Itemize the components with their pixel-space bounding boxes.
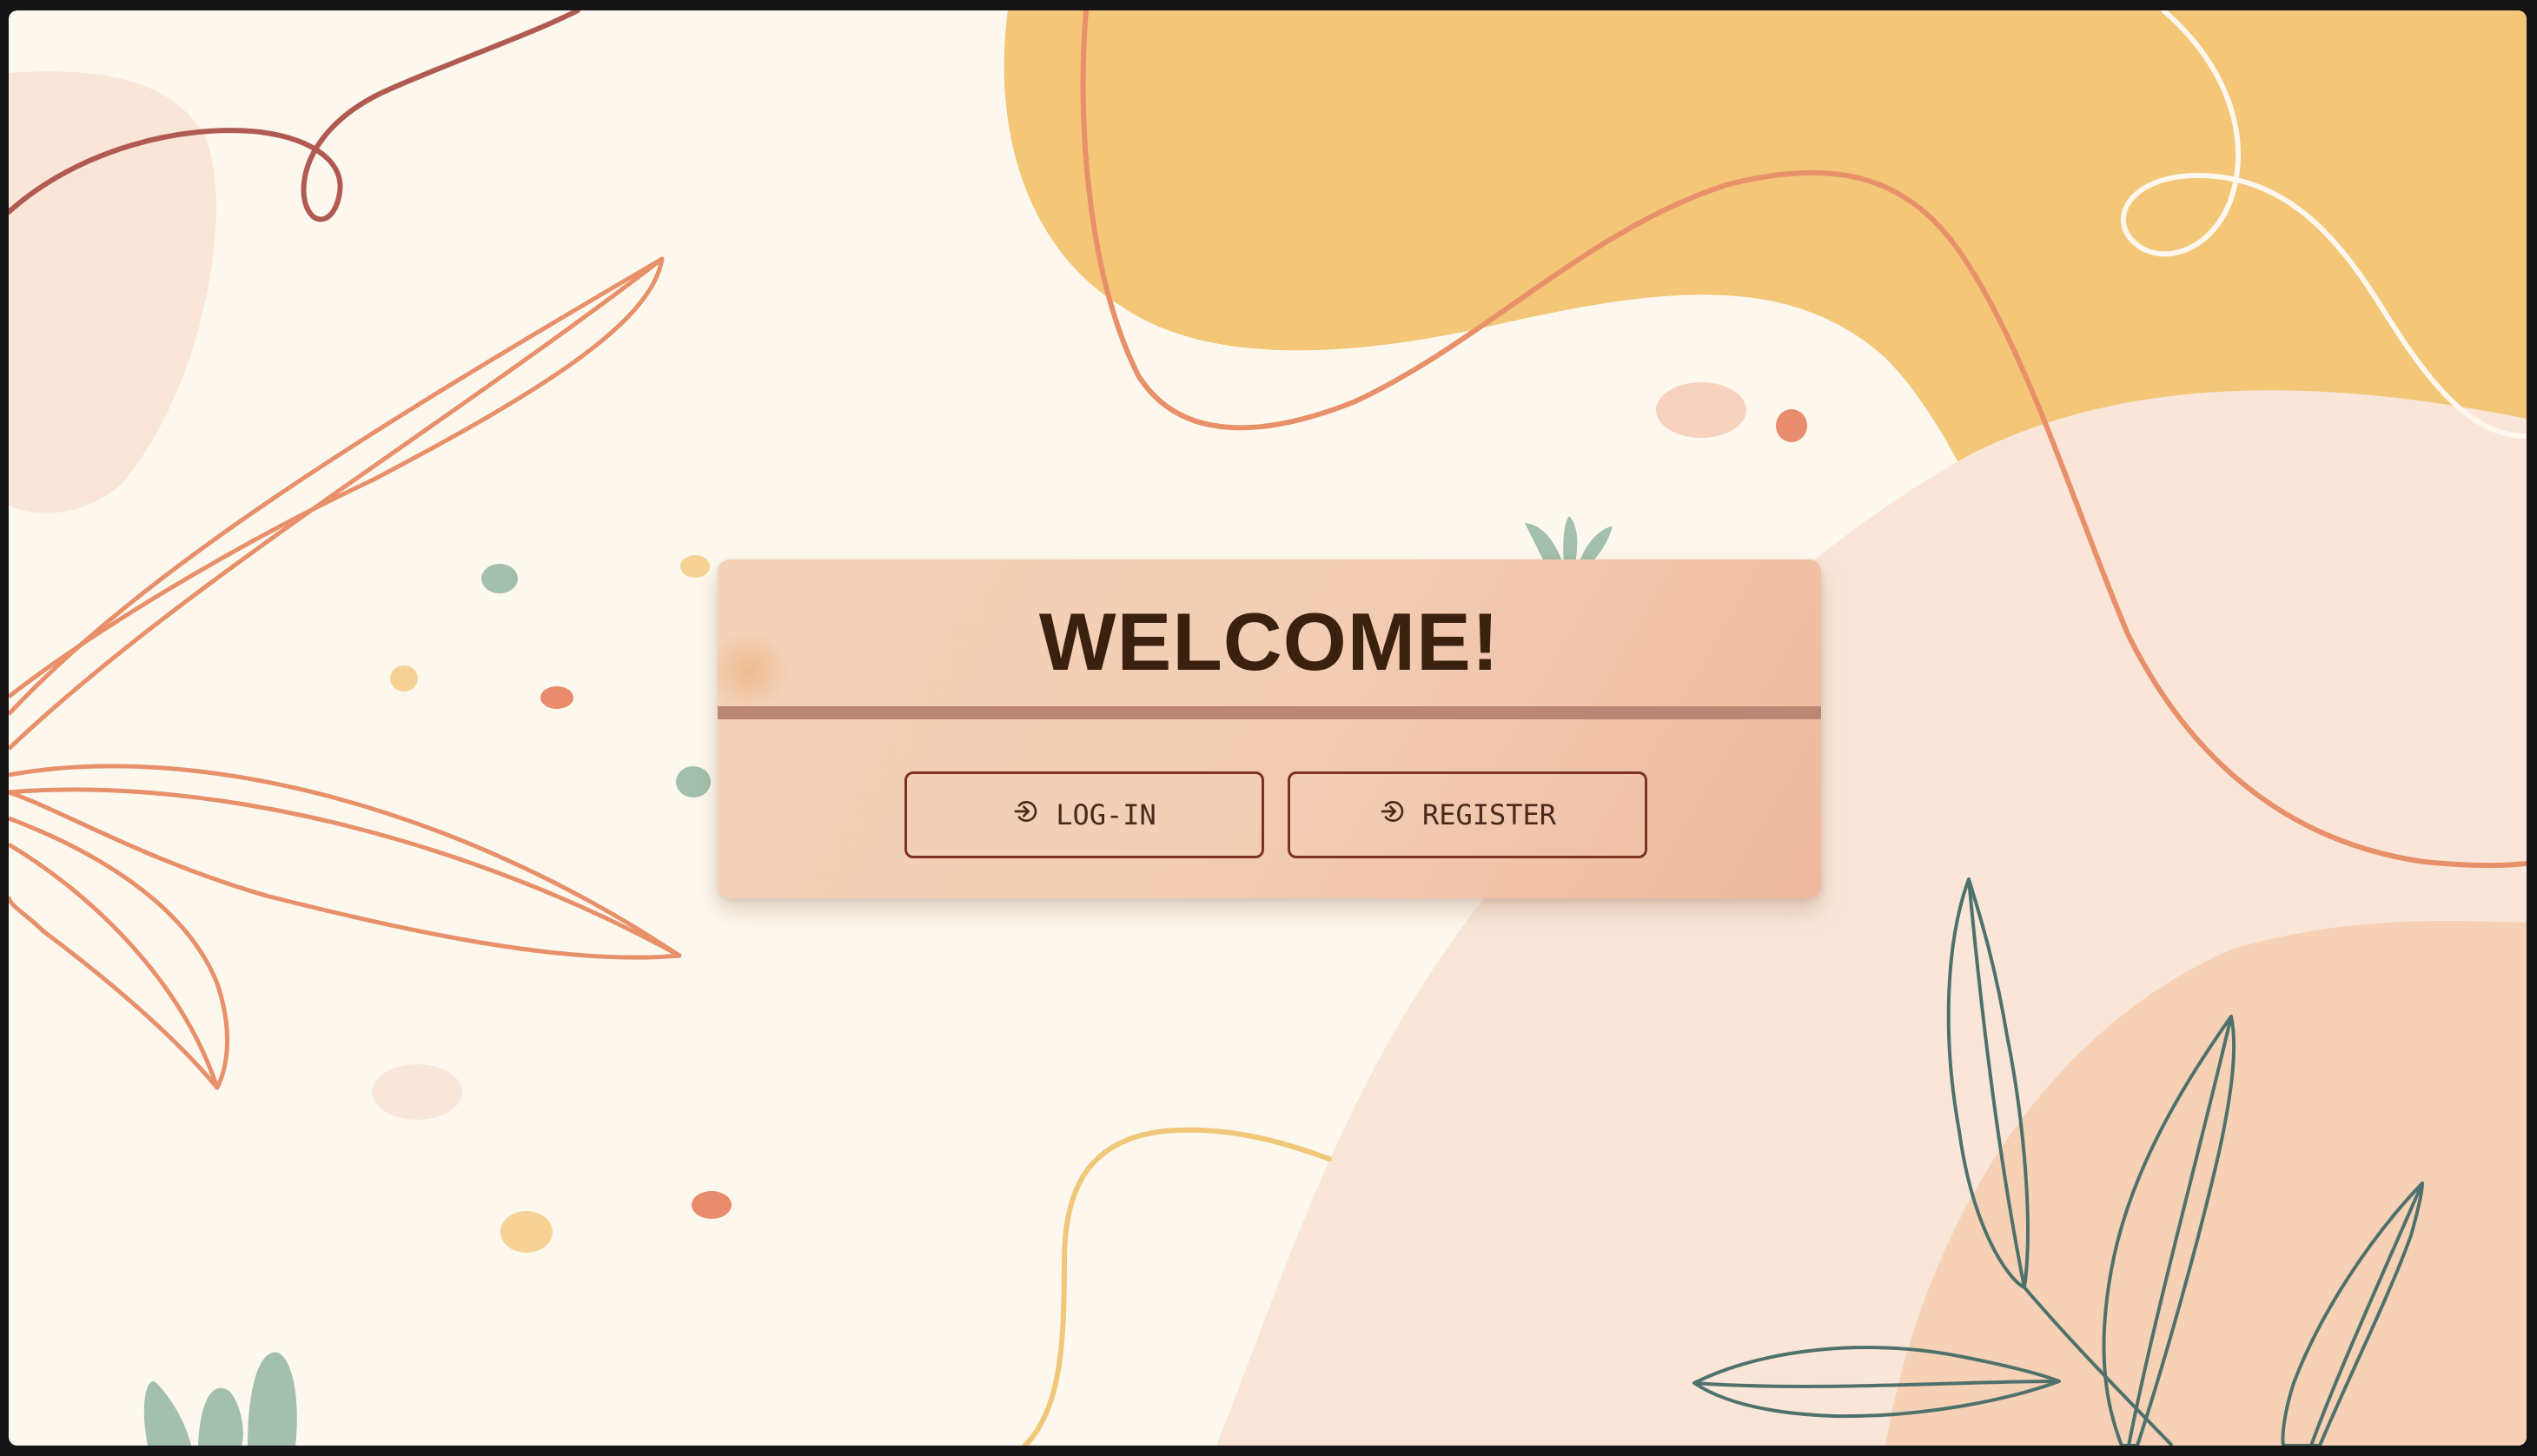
page-title: WELCOME! [1038, 596, 1500, 687]
app-window: WELCOME! LOG-IN REGISTER [9, 10, 2527, 1446]
register-button[interactable]: REGISTER [1288, 771, 1647, 858]
green-sprout-bottom-left [143, 1352, 297, 1446]
card-divider [718, 706, 1821, 719]
register-button-label: REGISTER [1421, 798, 1557, 831]
peach-blob-top-left [9, 71, 216, 513]
log-in-icon [1012, 797, 1040, 832]
welcome-card: WELCOME! LOG-IN REGISTER [718, 559, 1821, 898]
log-in-icon [1379, 797, 1407, 832]
login-button[interactable]: LOG-IN [904, 771, 1264, 858]
login-button-label: LOG-IN [1056, 798, 1156, 831]
